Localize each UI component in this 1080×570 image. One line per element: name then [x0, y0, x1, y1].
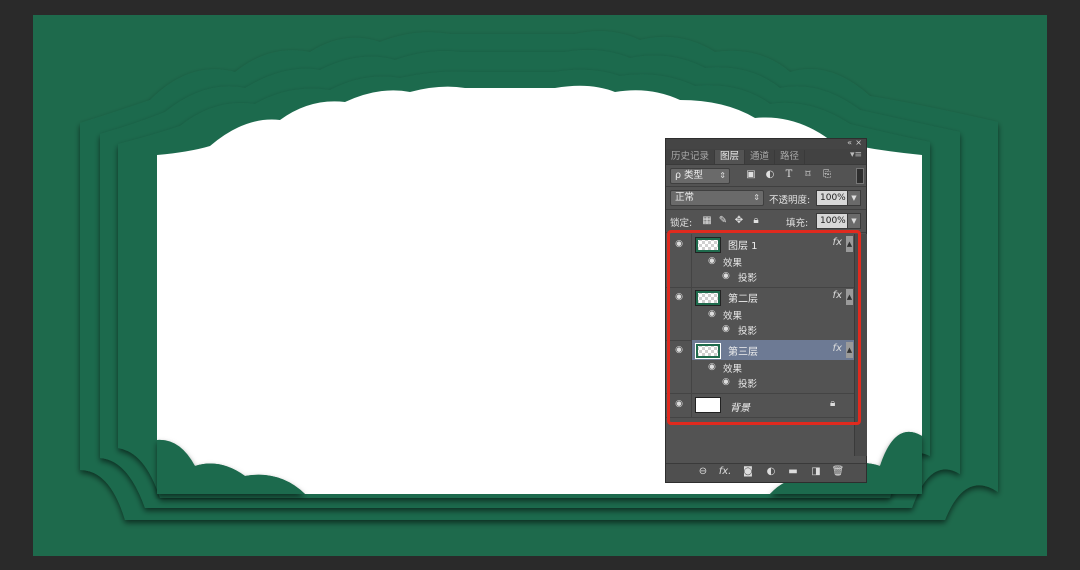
- lock-transparent-icon[interactable]: ▦: [701, 215, 713, 227]
- layer-name: 图层 1: [728, 241, 758, 252]
- eye-icon[interactable]: ◉: [708, 256, 716, 266]
- panel-bottom-toolbar: ⊖ fx. ◙ ◐ ▬ ◨ 🗑︎: [666, 463, 866, 482]
- eye-icon[interactable]: ◉: [673, 399, 685, 409]
- filter-kind-select[interactable]: ρ 类型 ⇕: [670, 168, 730, 184]
- fill-label: 填充:: [786, 218, 809, 229]
- close-icon[interactable]: ×: [855, 138, 862, 147]
- layers-panel: « × 历史记录 图层 通道 路径 ▾≡ ρ 类型 ⇕ ▣ ◐ T ⌑ ⎘ 正常…: [665, 138, 867, 483]
- tab-layers[interactable]: 图层: [715, 150, 746, 164]
- layer-main-row[interactable]: 第二层 fx ▲: [692, 287, 854, 307]
- divider: [666, 232, 866, 233]
- opacity-input[interactable]: 100%: [816, 190, 850, 206]
- lock-icon[interactable]: 🔒︎: [830, 398, 835, 409]
- blend-mode-label: 正常: [675, 192, 695, 203]
- chevron-updown-icon: ⇕: [753, 193, 760, 202]
- effects-label: 效果: [723, 258, 743, 269]
- type-filter-icon[interactable]: T: [783, 169, 795, 181]
- tab-history[interactable]: 历史记录: [666, 150, 716, 164]
- layer-list: ◉ 图层 1 fx ▲ ◉ 效果 ◉ 投影 ◉ 第二层 fx ▲ ◉ 效果 ◉ …: [666, 234, 854, 427]
- eye-icon[interactable]: ◉: [708, 309, 716, 319]
- menu-icon[interactable]: ▾≡: [850, 150, 862, 160]
- lock-move-icon[interactable]: ✥: [733, 215, 745, 227]
- mask-icon[interactable]: ◙: [741, 466, 755, 477]
- lock-brush-icon[interactable]: ✎: [717, 215, 729, 227]
- folder-icon[interactable]: ▬: [786, 466, 800, 477]
- effects-label: 效果: [723, 364, 743, 375]
- trash-icon[interactable]: 🗑︎: [831, 466, 845, 477]
- eye-icon[interactable]: ◉: [722, 377, 730, 387]
- layer-row-background[interactable]: ◉ 背景 🔒︎: [666, 393, 854, 418]
- eye-icon[interactable]: ◉: [673, 292, 685, 302]
- panel-title-bar: « ×: [666, 138, 866, 149]
- fx-icon[interactable]: fx: [833, 237, 842, 248]
- adjustment-icon[interactable]: ◐: [764, 466, 778, 477]
- layer-row-1[interactable]: ◉ 图层 1 fx ▲ ◉ 效果 ◉ 投影: [666, 234, 854, 288]
- expand-arrow-icon[interactable]: ▲: [846, 342, 853, 358]
- effects-label: 效果: [723, 311, 743, 322]
- layer-thumbnail: [695, 290, 721, 306]
- fx-icon[interactable]: fx: [833, 343, 842, 354]
- layer-name: 第二层: [728, 294, 758, 305]
- drop-shadow-effect[interactable]: 投影: [738, 376, 757, 390]
- document-canvas[interactable]: [0, 0, 1080, 570]
- layer-main-row[interactable]: 图层 1 fx ▲: [692, 234, 854, 254]
- link-icon[interactable]: ⊖: [696, 466, 710, 477]
- layer-name: 背景: [730, 403, 750, 414]
- fx-icon[interactable]: fx: [833, 290, 842, 301]
- eye-icon[interactable]: ◉: [708, 362, 716, 372]
- background-thumbnail: [695, 397, 721, 413]
- eye-icon[interactable]: ◉: [673, 239, 685, 249]
- layer-thumbnail: [695, 237, 721, 253]
- fill-dropdown-icon[interactable]: ▼: [847, 213, 861, 229]
- opacity-label: 不透明度:: [769, 195, 811, 206]
- layer-list-scrollbar[interactable]: [854, 234, 867, 456]
- expand-arrow-icon[interactable]: ▲: [846, 236, 853, 252]
- eye-icon[interactable]: ◉: [673, 345, 685, 355]
- adjust-filter-icon[interactable]: ◐: [764, 169, 776, 181]
- tab-channels[interactable]: 通道: [745, 150, 776, 164]
- shape-filter-icon[interactable]: ⌑: [802, 169, 814, 181]
- smart-filter-icon[interactable]: ⎘: [821, 169, 833, 181]
- layer-thumbnail: [695, 343, 721, 359]
- new-layer-icon[interactable]: ◨: [809, 466, 823, 477]
- layer-row-2[interactable]: ◉ 第二层 fx ▲ ◉ 效果 ◉ 投影: [666, 287, 854, 341]
- layer-main-row[interactable]: 第三层 fx ▲: [692, 340, 854, 360]
- lock-label: 锁定:: [670, 218, 693, 229]
- expand-arrow-icon[interactable]: ▲: [846, 289, 853, 305]
- layer-name: 第三层: [728, 347, 758, 358]
- drop-shadow-effect[interactable]: 投影: [738, 270, 757, 284]
- tab-paths[interactable]: 路径: [775, 150, 806, 164]
- drop-shadow-effect[interactable]: 投影: [738, 323, 757, 337]
- blend-mode-select[interactable]: 正常 ⇕: [670, 190, 764, 206]
- divider: [666, 186, 866, 187]
- panel-tabs: 历史记录 图层 通道 路径 ▾≡: [666, 149, 866, 165]
- chevron-updown-icon: ⇕: [719, 171, 726, 180]
- image-filter-icon[interactable]: ▣: [745, 169, 757, 181]
- opacity-dropdown-icon[interactable]: ▼: [847, 190, 861, 206]
- lock-all-icon[interactable]: 🔒︎: [750, 215, 762, 227]
- filter-toggle-switch[interactable]: [856, 168, 864, 184]
- divider: [666, 209, 866, 210]
- eye-icon[interactable]: ◉: [722, 324, 730, 334]
- fill-input[interactable]: 100%: [816, 213, 850, 229]
- eye-icon[interactable]: ◉: [722, 271, 730, 281]
- filter-kind-label: ρ 类型: [675, 170, 704, 181]
- layer-row-3[interactable]: ◉ 第三层 fx ▲ ◉ 效果 ◉ 投影: [666, 340, 854, 394]
- fx-icon[interactable]: fx.: [718, 466, 732, 477]
- collapse-icon[interactable]: «: [847, 138, 852, 147]
